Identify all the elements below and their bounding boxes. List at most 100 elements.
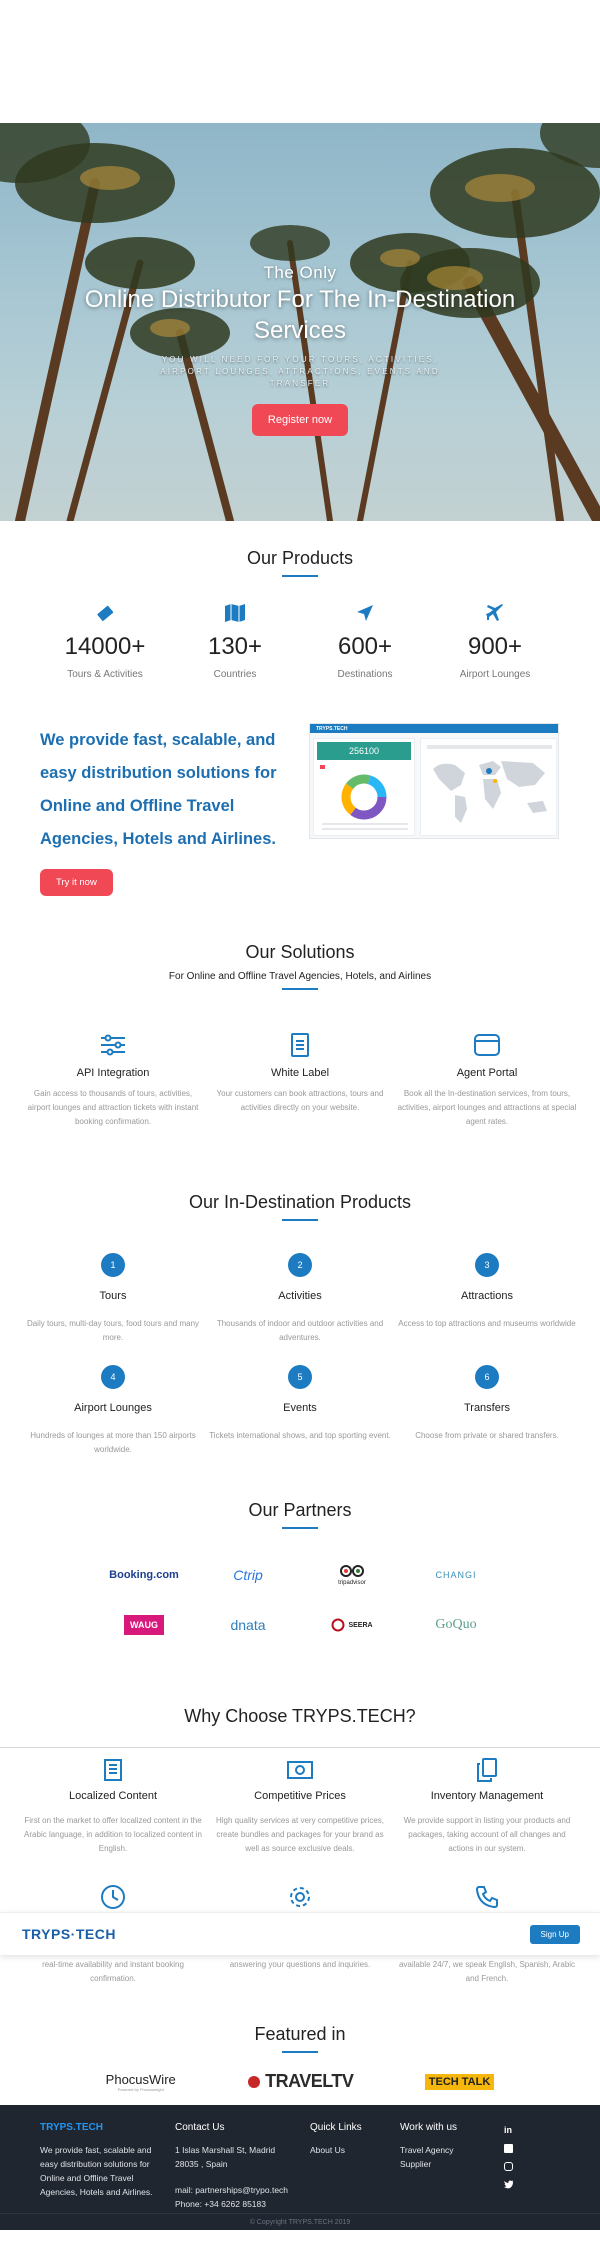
- featured-logo-traveltv: TRAVELTV: [247, 2071, 354, 2092]
- copy-icon: [396, 1757, 578, 1783]
- product-desc: Choose from private or shared transfers.: [415, 1431, 559, 1440]
- why-inventory-management: Inventory Management We provide support …: [396, 1757, 578, 1856]
- number-badge: 1: [101, 1253, 125, 1277]
- dashboard-brand: TRYPS.TECH: [316, 725, 348, 732]
- partner-logo-goquo: GoQuo: [435, 1617, 477, 1632]
- footer-link-about[interactable]: About Us: [310, 2143, 380, 2157]
- product-title: Airport Lounges: [74, 1402, 152, 1414]
- footer-heading: Work with us: [400, 2122, 458, 2133]
- partners-title: Our Partners: [248, 1500, 352, 1520]
- partner-logo-tripadvisor: tripadvisor: [307, 1564, 397, 1586]
- footer-about: TRYPS.TECH We provide fast, scalable and…: [40, 2121, 160, 2199]
- hero-content: The Only Online Distributor For The In-D…: [0, 263, 600, 436]
- stat-countries: 130+ Countries: [180, 603, 290, 680]
- site-logo[interactable]: TRYPS·TECH: [22, 1926, 116, 1942]
- product-desc: Hundreds of lounges at more than 150 air…: [30, 1431, 196, 1454]
- in-destination-section: Our In-Destination Products 1 Tours Dail…: [0, 1179, 600, 1487]
- featured-section: Featured in PhocusWire Powered by Phocus…: [0, 2005, 600, 2105]
- featured-title: Featured in: [254, 2024, 346, 2044]
- location-arrow-icon: [310, 603, 420, 627]
- seera-ring-icon: [331, 1618, 345, 1632]
- twitter-icon[interactable]: [504, 2180, 514, 2189]
- product-title: Transfers: [463, 1402, 511, 1414]
- number-badge: 4: [101, 1365, 125, 1389]
- footer-contact: Contact Us 1 Islas Marshall St, Madrid 2…: [175, 2121, 290, 2211]
- footer-mail[interactable]: mail: partnerships@trypo.tech: [175, 2183, 290, 2197]
- product-title: Events: [283, 1402, 317, 1414]
- promo-text: We provide fast, scalable, and easy dist…: [40, 731, 277, 848]
- ticket-icon: [50, 603, 160, 627]
- title-underline: [282, 1527, 318, 1529]
- document-icon: [209, 1030, 391, 1060]
- why-choose-section: Why Choose TRYPS.TECH? Localized Content…: [0, 1685, 600, 2005]
- solutions-title: Our Solutions: [245, 942, 355, 962]
- stat-value: 130+: [207, 633, 263, 660]
- solution-white-label: White Label Your customers can book attr…: [209, 1030, 391, 1129]
- try-it-now-button[interactable]: Try it now: [40, 869, 113, 896]
- title-underline: [282, 2051, 318, 2053]
- partners-section: Our Partners Booking.com Ctrip tripadvis…: [0, 1487, 600, 1685]
- solution-title: White Label: [270, 1067, 330, 1079]
- solution-title: API Integration: [76, 1067, 150, 1079]
- hero-section: The Only Online Distributor For The In-D…: [0, 123, 600, 521]
- map-icon: [180, 603, 290, 627]
- why-item-desc: available 24/7, we speak English, Spanis…: [398, 1960, 576, 1983]
- partner-name: WAUG: [124, 1615, 164, 1635]
- copyright: © Copyright TRYPS.TECH 2019: [0, 2213, 600, 2230]
- in-destination-row-2: 4 Airport Lounges Hundreds of lounges at…: [0, 1365, 600, 1457]
- stats-row: 14000+ Tours & Activities 130+ Countries…: [0, 577, 600, 680]
- why-item-desc: answering your questions and inquiries.: [229, 1960, 371, 1969]
- sticky-header: TRYPS·TECH Sign Up: [0, 1912, 600, 1955]
- footer-quick-links: Quick Links About Us: [310, 2121, 380, 2157]
- featured-logo-phocuswire: PhocusWire Powered by Phocuswright: [106, 2072, 176, 2092]
- register-now-button[interactable]: Register now: [251, 404, 349, 436]
- stat-destinations: 600+ Destinations: [310, 603, 420, 680]
- product-desc: Tickets international shows, and top spo…: [209, 1431, 391, 1440]
- instagram-icon[interactable]: [504, 2162, 513, 2171]
- footer-address-2: 28035 , Spain: [175, 2159, 228, 2169]
- footer-phone[interactable]: Phone: +34 6262 85183: [175, 2197, 290, 2211]
- stat-value: 900+: [467, 633, 523, 660]
- phone-icon: [396, 1882, 578, 1912]
- partner-name: tripadvisor: [338, 1579, 366, 1586]
- linkedin-icon[interactable]: in: [504, 2125, 518, 2135]
- why-item-desc: real-time availability and instant booki…: [42, 1960, 184, 1983]
- plane-icon: [440, 603, 550, 627]
- product-desc: Thousands of indoor and outdoor activiti…: [216, 1319, 384, 1342]
- sign-up-button[interactable]: Sign Up: [529, 1924, 580, 1944]
- facebook-icon[interactable]: [504, 2144, 513, 2153]
- footer-brand: TRYPS.TECH: [40, 2122, 103, 2133]
- footer-link-supplier[interactable]: Supplier: [400, 2157, 480, 2171]
- hero-title: Online Distributor For The In-Destinatio…: [84, 286, 516, 344]
- solution-desc: Gain access to thousands of tours, activ…: [27, 1089, 199, 1126]
- partner-logo-waug: WAUG: [99, 1615, 189, 1635]
- browser-window-icon: [396, 1030, 578, 1060]
- hero-kicker: The Only: [263, 263, 337, 282]
- solution-agent-portal: Agent Portal Book all the In-destination…: [396, 1030, 578, 1129]
- why-competitive-prices: Competitive Prices High quality services…: [209, 1757, 391, 1856]
- in-destination-row-1: 1 Tours Daily tours, multi-day tours, fo…: [0, 1253, 600, 1345]
- title-underline: [282, 1219, 318, 1221]
- top-spacer: [0, 0, 600, 123]
- stat-label: Airport Lounges: [459, 669, 531, 680]
- why-item-desc: First on the market to offer localized c…: [24, 1816, 202, 1853]
- solution-desc: Book all the In-destination services, fr…: [397, 1089, 577, 1126]
- footer-link-travel-agency[interactable]: Travel Agency: [400, 2143, 480, 2157]
- gear-icon: [209, 1882, 391, 1912]
- why-item-desc: We provide support in listing your produ…: [403, 1816, 571, 1853]
- product-desc: Daily tours, multi-day tours, food tours…: [26, 1319, 200, 1342]
- sliders-icon: [22, 1030, 204, 1060]
- partner-logo-booking: Booking.com: [109, 1569, 179, 1581]
- number-badge: 5: [288, 1365, 312, 1389]
- products-section: Our Products 14000+ Tours & Activities 1…: [0, 521, 600, 717]
- product-title: Attractions: [461, 1290, 513, 1302]
- featured-name: PhocusWire: [105, 2071, 176, 2087]
- dashboard-screenshot: TRYPS.TECH 256100: [309, 723, 559, 839]
- number-badge: 3: [475, 1253, 499, 1277]
- solutions-subtitle: For Online and Offline Travel Agencies, …: [168, 971, 432, 982]
- product-title: Activities: [278, 1290, 322, 1302]
- featured-name: TRAVELTV: [265, 2071, 354, 2091]
- why-item-desc: High quality services at very competitiv…: [215, 1816, 385, 1853]
- number-badge: 6: [475, 1365, 499, 1389]
- product-activities: 2 Activities Thousands of indoor and out…: [209, 1253, 391, 1345]
